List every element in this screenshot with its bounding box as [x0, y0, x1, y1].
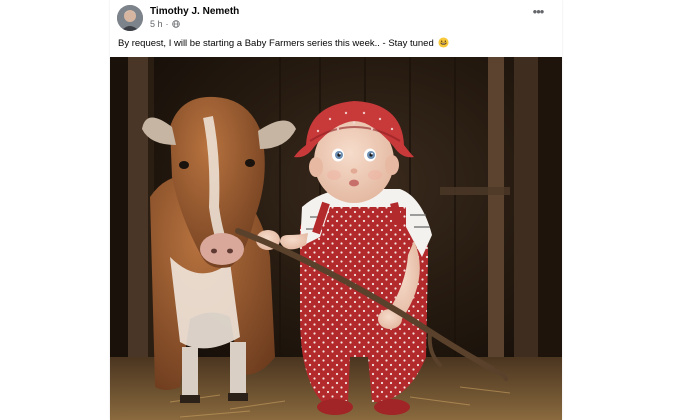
post-text: By request, I will be starting a Baby Fa…: [118, 37, 449, 49]
globe-icon[interactable]: [171, 20, 180, 28]
author-avatar[interactable]: [117, 5, 143, 31]
meta-separator: ·: [165, 19, 169, 29]
author-name[interactable]: Timothy J. Nemeth: [150, 6, 239, 17]
post-photo[interactable]: [110, 57, 562, 420]
grin-emoji-icon: [438, 37, 449, 48]
post-meta: 5 h ·: [150, 19, 180, 29]
baby-farmer-image: [110, 57, 562, 420]
more-options-icon[interactable]: •••: [530, 5, 546, 22]
avatar-photo: [117, 5, 143, 31]
post-body: By request, I will be starting a Baby Fa…: [118, 38, 434, 49]
post-time[interactable]: 5 h: [150, 19, 163, 29]
post-card: Timothy J. Nemeth 5 h · ••• By request, …: [110, 0, 562, 420]
